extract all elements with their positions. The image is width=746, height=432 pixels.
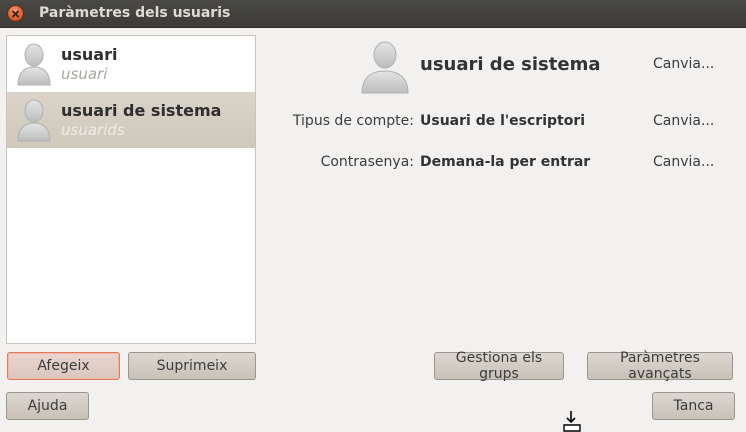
manage-groups-button[interactable]: Gestiona els grups bbox=[434, 350, 564, 382]
user-list-item-selected[interactable]: usuari de sistema usuarids bbox=[7, 92, 255, 148]
close-button[interactable]: Tanca bbox=[652, 392, 735, 420]
account-type-label: Tipus de compte: bbox=[292, 113, 414, 129]
user-name: usuari bbox=[61, 45, 118, 64]
user-login: usuari bbox=[61, 65, 108, 83]
window-close-icon[interactable] bbox=[7, 5, 24, 22]
advanced-settings-button[interactable]: Paràmetres avançats bbox=[587, 350, 733, 382]
selected-user-name: usuari de sistema bbox=[420, 54, 601, 75]
add-user-button[interactable]: Afegeix bbox=[7, 352, 120, 380]
help-button[interactable]: Ajuda bbox=[6, 392, 89, 420]
user-login: usuarids bbox=[61, 121, 125, 139]
password-label: Contrasenya: bbox=[320, 154, 414, 170]
user-avatar-icon bbox=[17, 99, 51, 142]
users-settings-window: Paràmetres dels usuaris usuari usuari us… bbox=[0, 0, 746, 432]
password-value: Demana-la per entrar bbox=[420, 154, 591, 170]
user-name: usuari de sistema bbox=[61, 101, 222, 120]
title-bar[interactable]: Paràmetres dels usuaris bbox=[0, 0, 746, 28]
change-password-button[interactable]: Canvia... bbox=[653, 154, 714, 170]
mouse-cursor-icon bbox=[563, 411, 581, 432]
change-account-type-button[interactable]: Canvia... bbox=[653, 113, 714, 129]
window-title: Paràmetres dels usuaris bbox=[39, 5, 231, 21]
selected-user-avatar-icon[interactable] bbox=[360, 40, 410, 94]
user-list-item[interactable]: usuari usuari bbox=[7, 36, 255, 92]
user-list[interactable]: usuari usuari usuari de sistema usuarids bbox=[6, 35, 256, 344]
change-name-button[interactable]: Canvia... bbox=[653, 56, 714, 72]
account-type-value: Usuari de l'escriptori bbox=[420, 113, 586, 129]
remove-user-button[interactable]: Suprimeix bbox=[128, 352, 256, 380]
user-avatar-icon bbox=[17, 43, 51, 86]
